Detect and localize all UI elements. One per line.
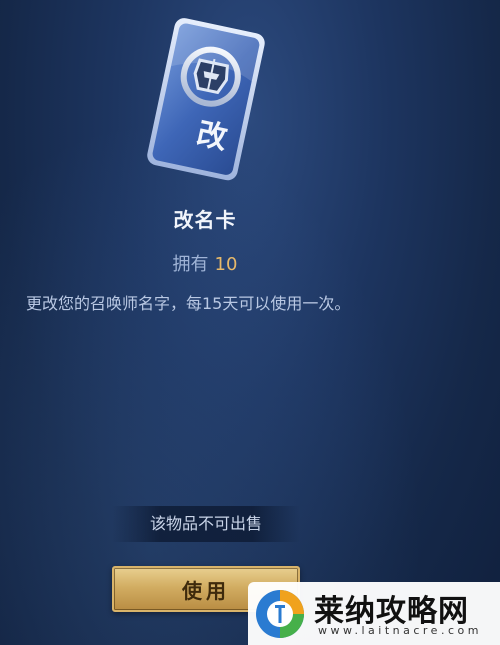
site-logo-icon (256, 590, 304, 638)
owned-count-row: 拥有 10 (0, 250, 410, 276)
owned-count: 10 (214, 254, 238, 275)
site-watermark: 莱纳攻略网 www.laitnacre.com (248, 582, 500, 645)
owned-label: 拥有 (172, 254, 209, 275)
site-url: www.laitnacre.com (318, 624, 482, 637)
item-name: 改名卡 (173, 208, 237, 232)
item-description: 更改您的召唤师名字，每15天可以使用一次。 (26, 294, 351, 313)
rename-card-image: 改 (140, 14, 270, 184)
not-for-sale-notice: 该物品不可出售 (112, 506, 300, 542)
